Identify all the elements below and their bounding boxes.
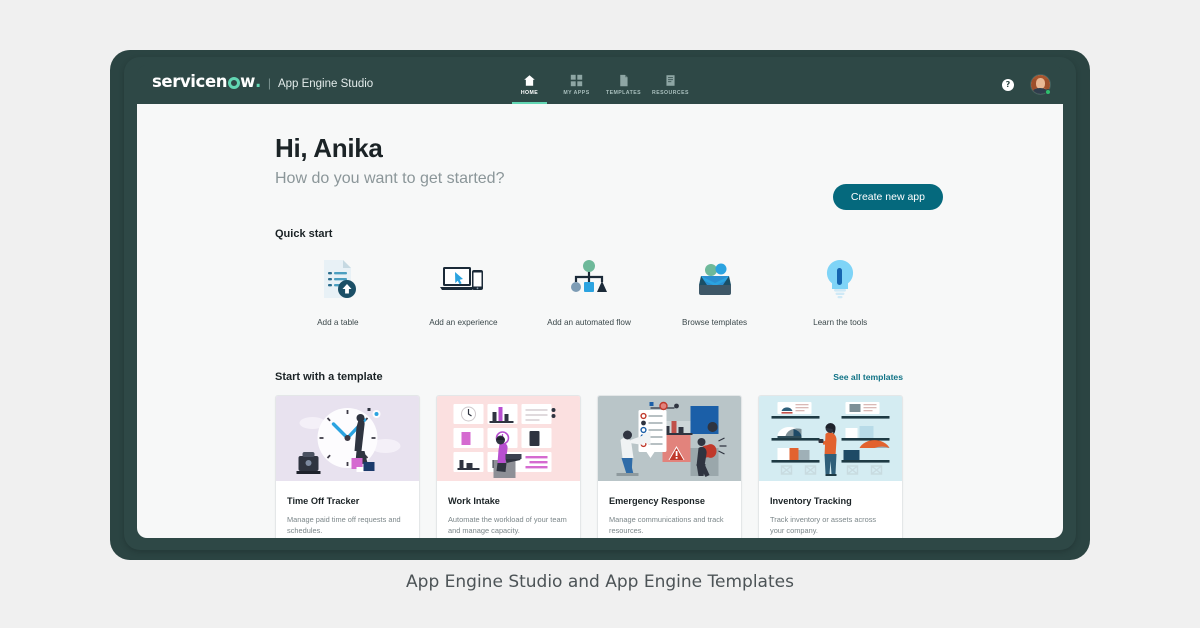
- card-body: Work Intake Automate the workload of you…: [437, 486, 580, 538]
- avatar[interactable]: [1030, 74, 1051, 95]
- logo-text-left: servicen: [152, 74, 227, 91]
- nav-label-templates: TEMPLATES: [606, 90, 641, 96]
- create-new-app-button[interactable]: Create new app: [833, 184, 943, 210]
- lightbulb-icon: [820, 256, 860, 302]
- book-icon: [664, 74, 677, 87]
- help-icon[interactable]: ?: [1002, 79, 1014, 91]
- card-title: Work Intake: [448, 496, 569, 508]
- card-description: Automate the workload of your team and m…: [448, 514, 569, 537]
- card-body: Time Off Tracker Manage paid time off re…: [276, 486, 419, 538]
- card-body: Inventory Tracking Track inventory or as…: [759, 486, 902, 538]
- page-content: Hi, Anika How do you want to get started…: [137, 104, 1063, 538]
- quick-start-label-1: Add an experience: [429, 318, 497, 327]
- home-icon: [523, 74, 536, 87]
- quick-start-list: Add a table: [275, 256, 1023, 327]
- card-title: Time Off Tracker: [287, 496, 408, 508]
- figure-caption: App Engine Studio and App Engine Templat…: [0, 572, 1200, 592]
- brand-area[interactable]: servicen w. | App Engine Studio: [152, 74, 373, 91]
- quick-start-item-add-an-experience[interactable]: Add an experience: [401, 256, 527, 327]
- card-title: Emergency Response: [609, 496, 730, 508]
- card-title: Inventory Tracking: [770, 496, 891, 508]
- warehouse-shelves-illustration: [759, 396, 902, 486]
- servicenow-logo: servicen w.: [152, 74, 261, 91]
- nav-item-my-apps[interactable]: MY APPS: [553, 65, 600, 104]
- template-card-list: Time Off Tracker Manage paid time off re…: [275, 395, 1023, 538]
- templates-heading: Start with a template: [275, 371, 383, 383]
- nav-item-resources[interactable]: RESOURCES: [647, 65, 694, 104]
- quick-start-label-4: Learn the tools: [813, 318, 867, 327]
- nav-item-templates[interactable]: TEMPLATES: [600, 65, 647, 104]
- quick-start-item-add-a-table[interactable]: Add a table: [275, 256, 401, 327]
- templates-box-icon: [692, 256, 738, 302]
- content-container: Hi, Anika How do you want to get started…: [137, 104, 1063, 538]
- template-card-inventory-tracking[interactable]: Inventory Tracking Track inventory or as…: [758, 395, 903, 538]
- top-right-actions: ?: [1002, 65, 1051, 104]
- page-title: Hi, Anika: [275, 134, 1023, 163]
- card-description: Manage communications and track resource…: [609, 514, 730, 537]
- card-body: Emergency Response Manage communications…: [598, 486, 741, 538]
- logo-dot: .: [255, 74, 261, 91]
- table-upload-icon: [316, 256, 360, 302]
- flow-icon: [567, 256, 611, 302]
- card-description: Track inventory or assets across your co…: [770, 514, 891, 537]
- templates-header: Start with a template See all templates: [275, 371, 1023, 383]
- nav-items: HOME MY APPS: [506, 65, 694, 104]
- quick-start-item-add-an-automated-flow[interactable]: Add an automated flow: [526, 256, 652, 327]
- template-card-emergency-response[interactable]: Emergency Response Manage communications…: [597, 395, 742, 538]
- brand-separator: |: [268, 77, 271, 89]
- nav-label-my-apps: MY APPS: [563, 90, 589, 96]
- quick-start-heading: Quick start: [275, 228, 1023, 240]
- top-navigation-bar: servicen w. | App Engine Studio HOME: [137, 65, 1063, 104]
- template-card-time-off-tracker[interactable]: Time Off Tracker Manage paid time off re…: [275, 395, 420, 538]
- card-description: Manage paid time off requests and schedu…: [287, 514, 408, 537]
- quick-start-item-learn-the-tools[interactable]: Learn the tools: [777, 256, 903, 327]
- logo-text-right: w: [240, 74, 255, 91]
- kanban-person-illustration: [437, 396, 580, 486]
- logo-o-mark: [228, 77, 240, 89]
- status-badge-online: [1045, 89, 1051, 95]
- browser-screen: servicen w. | App Engine Studio HOME: [137, 65, 1063, 538]
- clock-vacation-illustration: [276, 396, 419, 486]
- grid-icon: [570, 74, 583, 87]
- quick-start-label-3: Browse templates: [682, 318, 747, 327]
- nav-label-resources: RESOURCES: [652, 90, 689, 96]
- nav-label-home: HOME: [521, 90, 538, 96]
- quick-start-label-2: Add an automated flow: [547, 318, 631, 327]
- nav-item-home[interactable]: HOME: [506, 65, 553, 104]
- quick-start-item-browse-templates[interactable]: Browse templates: [652, 256, 778, 327]
- template-card-work-intake[interactable]: Work Intake Automate the workload of you…: [436, 395, 581, 538]
- quick-start-label-0: Add a table: [317, 318, 358, 327]
- document-icon: [617, 74, 630, 87]
- see-all-templates-link[interactable]: See all templates: [833, 372, 903, 382]
- devices-icon: [439, 256, 487, 302]
- product-name: App Engine Studio: [278, 79, 373, 91]
- alert-checklist-illustration: [598, 396, 741, 486]
